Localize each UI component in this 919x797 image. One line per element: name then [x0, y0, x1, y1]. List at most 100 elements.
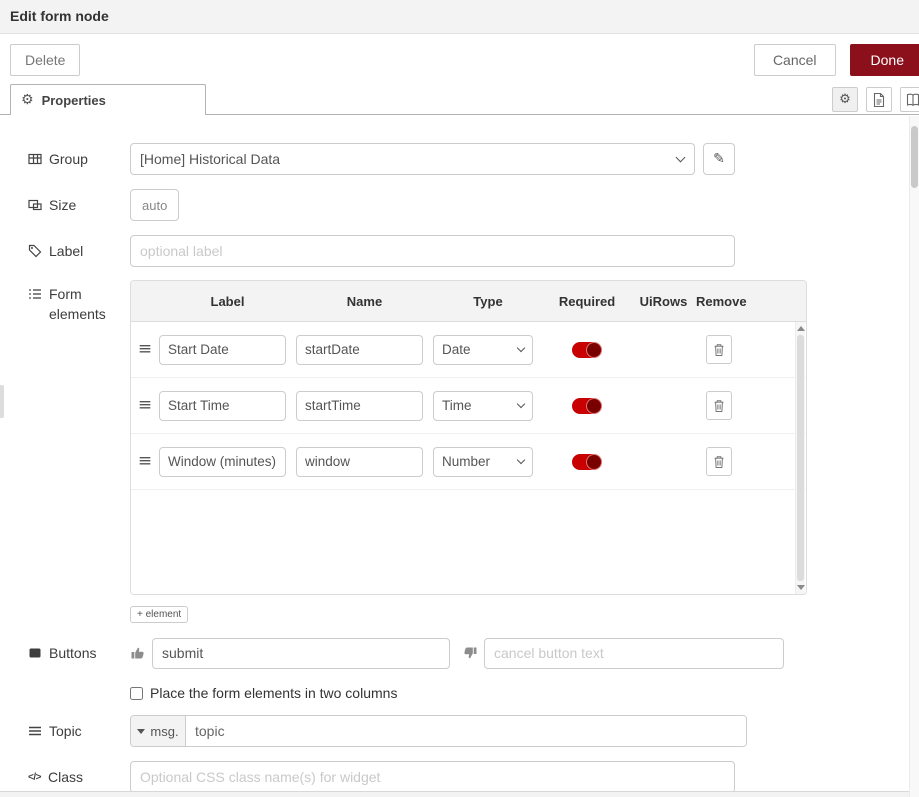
topic-icon [28, 724, 42, 738]
group-label: Group [28, 143, 130, 175]
required-toggle[interactable] [572, 398, 602, 414]
class-label: </> Class [28, 761, 130, 793]
caret-down-icon [137, 729, 145, 734]
table-row: ≡ Time [131, 378, 806, 434]
document-icon [871, 92, 887, 108]
size-icon [28, 198, 42, 212]
required-toggle[interactable] [572, 342, 602, 358]
add-element-wrap: + element [130, 604, 807, 623]
size-row: Size auto [28, 189, 909, 221]
node-properties-button[interactable]: ⚙ [832, 87, 858, 112]
element-label-input[interactable] [159, 391, 286, 421]
element-label-input[interactable] [159, 447, 286, 477]
book-icon [905, 92, 919, 108]
group-row: Group [Home] Historical Data ✎ [28, 143, 909, 175]
label-label-text: Label [49, 243, 83, 259]
buttons-label: Buttons [28, 637, 130, 669]
drag-handle-icon[interactable]: ≡ [131, 341, 159, 358]
topic-type-button[interactable]: msg. [131, 716, 186, 746]
drag-handle-icon[interactable]: ≡ [131, 453, 159, 470]
tray-resize-handle[interactable] [0, 385, 4, 418]
class-input[interactable] [130, 761, 735, 793]
table-body: ≡ Date ≡ [131, 322, 806, 594]
element-type-select[interactable]: Time [433, 391, 533, 421]
delete-button[interactable]: Delete [10, 44, 80, 76]
form-elements-row: Form elements Label Name Type Required U… [28, 280, 909, 623]
tab-properties-label: Properties [42, 93, 106, 108]
description-button[interactable] [866, 87, 892, 112]
code-icon: </> [28, 772, 41, 783]
tab-properties[interactable]: ⚙ Properties [10, 84, 206, 115]
column-header-label: Label [159, 294, 296, 309]
form-elements-label-text: Form elements [49, 284, 107, 325]
column-header-type: Type [433, 294, 543, 309]
label-input[interactable] [130, 235, 735, 267]
form-elements-editor: Label Name Type Required UiRows Remove ≡… [130, 280, 807, 623]
table-icon [28, 152, 42, 166]
group-select[interactable]: [Home] Historical Data [130, 143, 695, 175]
table-scrollbar-thumb[interactable] [797, 335, 804, 581]
remove-element-button[interactable] [706, 391, 732, 420]
done-button[interactable]: Done [850, 44, 919, 76]
trash-icon [713, 399, 725, 413]
form-elements-label: Form elements [28, 280, 130, 623]
element-label-input[interactable] [159, 335, 286, 365]
chevron-down-icon [676, 152, 686, 162]
topic-label-text: Topic [49, 723, 82, 739]
tag-icon [28, 244, 42, 258]
element-name-input[interactable] [296, 447, 423, 477]
main-scrollbar-thumb[interactable] [911, 126, 918, 188]
column-header-remove: Remove [696, 294, 806, 309]
scroll-down-arrow-icon[interactable] [797, 585, 805, 590]
drag-handle-icon[interactable]: ≡ [131, 397, 159, 414]
form-elements-table: Label Name Type Required UiRows Remove ≡… [130, 280, 807, 595]
size-auto-button[interactable]: auto [130, 189, 179, 221]
list-icon [28, 287, 42, 301]
table-scrollbar[interactable] [795, 322, 805, 594]
table-header: Label Name Type Required UiRows Remove [131, 281, 806, 322]
remove-element-button[interactable] [706, 335, 732, 364]
topic-typed-input: msg. [130, 715, 747, 747]
type-value: Date [442, 342, 471, 357]
main-scrollbar[interactable] [909, 116, 919, 797]
trash-icon [713, 455, 725, 469]
dialog-buttonbar: Delete Cancel Done [0, 34, 919, 84]
submit-button-text-input[interactable] [152, 638, 450, 669]
dialog-header: Edit form node [0, 0, 919, 34]
toggle-knob [587, 455, 601, 469]
element-name-input[interactable] [296, 391, 423, 421]
bottom-strip [0, 791, 909, 797]
element-type-select[interactable]: Date [433, 335, 533, 365]
cancel-button-text-input[interactable] [484, 638, 784, 669]
column-header-name: Name [296, 294, 433, 309]
required-toggle[interactable] [572, 454, 602, 470]
topic-label: Topic [28, 715, 130, 747]
thumbs-down-icon [462, 645, 478, 661]
topic-type-value: msg. [150, 724, 178, 739]
gear-icon: ⚙ [839, 93, 851, 106]
label-label: Label [28, 235, 130, 267]
dialog-title: Edit form node [10, 8, 109, 24]
cancel-button[interactable]: Cancel [754, 44, 836, 76]
toggle-knob [587, 343, 601, 357]
topic-input[interactable] [186, 716, 746, 746]
buttons-row: Buttons [28, 637, 909, 669]
chevron-down-icon [517, 455, 525, 463]
class-row: </> Class [28, 761, 909, 793]
class-label-text: Class [48, 769, 83, 785]
pencil-icon: ✎ [713, 152, 725, 166]
group-select-value: [Home] Historical Data [140, 151, 280, 167]
two-columns-checkbox[interactable] [130, 687, 143, 700]
element-name-input[interactable] [296, 335, 423, 365]
label-row: Label [28, 235, 909, 267]
remove-element-button[interactable] [706, 447, 732, 476]
thumbs-up-icon [130, 645, 146, 661]
element-type-select[interactable]: Number [433, 447, 533, 477]
add-element-button[interactable]: + element [130, 606, 188, 623]
table-row: ≡ Number [131, 434, 806, 490]
chevron-down-icon [517, 399, 525, 407]
scroll-up-arrow-icon[interactable] [797, 326, 805, 331]
help-button[interactable] [900, 87, 919, 112]
buttons-inputs [130, 637, 784, 669]
group-edit-button[interactable]: ✎ [703, 143, 735, 175]
